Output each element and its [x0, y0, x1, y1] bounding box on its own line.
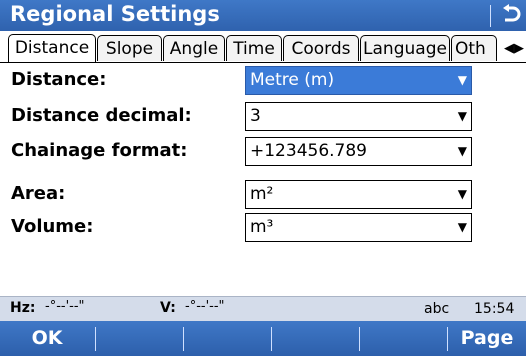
v-label: V: — [160, 300, 176, 316]
clock: 15:54 — [474, 301, 515, 317]
dropdown-arrow-icon: ▼ — [457, 73, 467, 87]
volume-row: Volume: m³ ▼ — [0, 213, 526, 243]
dropdown-arrow-icon: ▼ — [457, 144, 467, 158]
scroll-right-icon[interactable]: ▶ — [514, 41, 524, 56]
tab-label: Slope — [105, 39, 154, 59]
tab-label: Angle — [169, 39, 219, 59]
tab-language[interactable]: Language — [360, 35, 450, 61]
tab-baseline — [0, 62, 526, 63]
scroll-left-icon[interactable]: ◀ — [504, 41, 514, 56]
title-bar: Regional Settings — [0, 0, 526, 31]
tab-angle[interactable]: Angle — [163, 35, 225, 61]
volume-unit-select[interactable]: m³ ▼ — [245, 213, 472, 242]
hz-value: -°--'--" — [45, 299, 85, 314]
distance-label: Distance: — [11, 69, 107, 90]
tab-time[interactable]: Time — [226, 35, 282, 61]
tab-label: Language — [363, 39, 447, 59]
input-mode-indicator: abc — [424, 301, 450, 317]
tab-label: Distance — [14, 38, 90, 58]
area-row: Area: m² ▼ — [0, 180, 526, 210]
distance-unit-select[interactable]: Metre (m) ▼ — [245, 66, 472, 95]
softkey-f5[interactable] — [360, 321, 446, 356]
status-bar: Hz: -°--'--" V: -°--'--" abc 15:54 — [0, 296, 526, 322]
distance-row: Distance: Metre (m) ▼ — [0, 66, 526, 96]
v-value: -°--'--" — [185, 299, 225, 314]
tab-coords[interactable]: Coords — [283, 35, 359, 61]
ok-button[interactable]: OK — [0, 321, 94, 356]
tab-slope[interactable]: Slope — [97, 35, 162, 61]
softkey-f4[interactable] — [272, 321, 358, 356]
softkey-f3[interactable] — [184, 321, 270, 356]
distance-decimal-select[interactable]: 3 ▼ — [245, 102, 472, 131]
dropdown-arrow-icon: ▼ — [457, 220, 467, 234]
distance-unit-value: Metre (m) — [250, 70, 335, 90]
tab-label: Time — [233, 39, 275, 59]
dropdown-arrow-icon: ▼ — [457, 109, 467, 123]
tab-strip: Distance Slope Angle Time Coords Languag… — [0, 31, 526, 63]
area-unit-value: m² — [250, 184, 274, 204]
page-button[interactable]: Page — [448, 321, 526, 356]
tab-label: Coords — [291, 39, 351, 59]
tab-label: Oth — [455, 39, 486, 59]
area-unit-select[interactable]: m² ▼ — [245, 180, 472, 209]
dropdown-arrow-icon: ▼ — [457, 187, 467, 201]
volume-label: Volume: — [11, 216, 94, 237]
distance-decimal-value: 3 — [250, 106, 261, 126]
softkey-bar: OK Page — [0, 321, 526, 356]
distance-decimal-label: Distance decimal: — [11, 105, 192, 126]
area-label: Area: — [11, 183, 66, 204]
softkey-f2[interactable] — [96, 321, 182, 356]
window-title: Regional Settings — [10, 2, 220, 26]
return-arrow-icon[interactable] — [499, 1, 523, 29]
tab-other[interactable]: Oth — [451, 35, 497, 61]
hz-label: Hz: — [10, 300, 36, 316]
chainage-format-label: Chainage format: — [11, 140, 188, 161]
chainage-format-value: +123456.789 — [250, 141, 367, 161]
tab-scroll-arrows[interactable]: ◀▶ — [502, 37, 526, 61]
tab-distance[interactable]: Distance — [8, 34, 96, 63]
volume-unit-value: m³ — [250, 217, 274, 237]
title-separator — [490, 5, 491, 27]
distance-decimal-row: Distance decimal: 3 ▼ — [0, 102, 526, 132]
chainage-format-row: Chainage format: +123456.789 ▼ — [0, 137, 526, 167]
chainage-format-select[interactable]: +123456.789 ▼ — [245, 137, 472, 166]
